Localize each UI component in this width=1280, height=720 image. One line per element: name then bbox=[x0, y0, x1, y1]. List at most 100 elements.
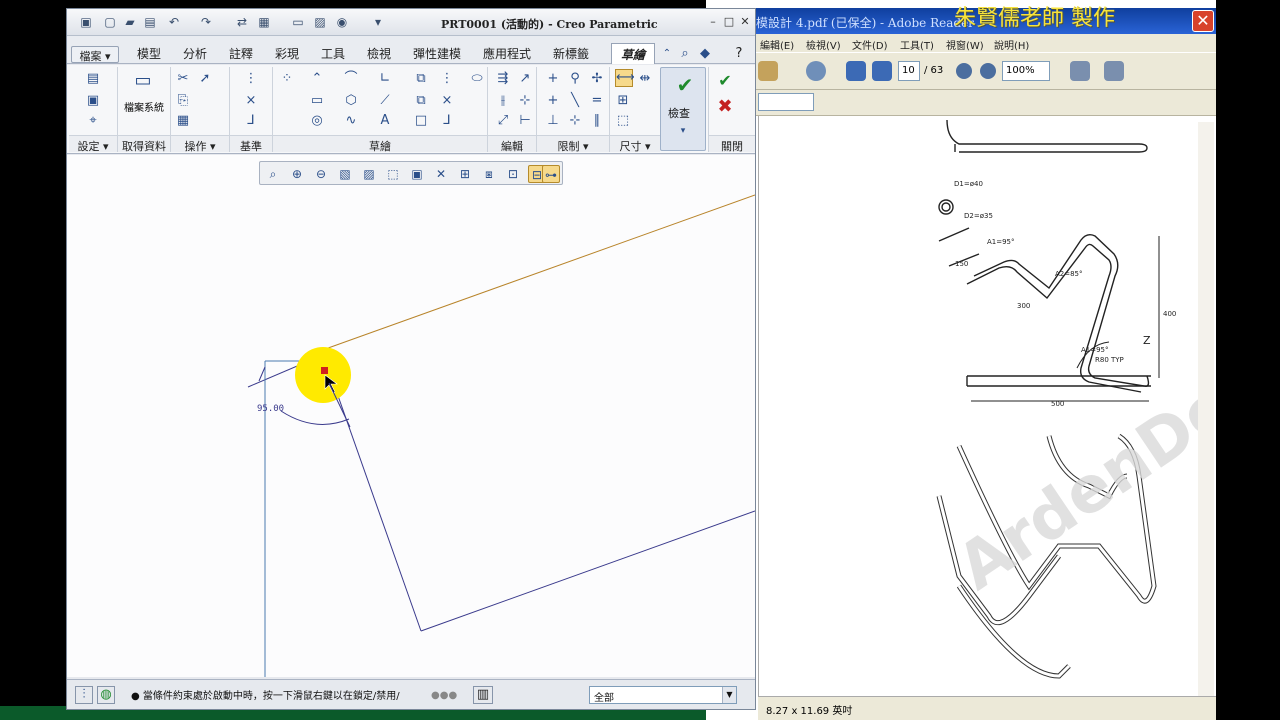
arc-icon[interactable]: ⌒ bbox=[343, 71, 359, 87]
centerline-icon[interactable]: ⋮ bbox=[243, 71, 259, 87]
tab-sketch[interactable]: 草繪 bbox=[611, 43, 655, 64]
vertical-constraint-icon[interactable]: + bbox=[545, 71, 561, 87]
cut-icon[interactable]: ✂ bbox=[175, 71, 191, 87]
page-down-icon[interactable] bbox=[872, 61, 892, 81]
close-window-icon[interactable]: ▨ bbox=[313, 15, 327, 29]
close-icon[interactable]: ✕ bbox=[737, 14, 753, 29]
selection-filter-icon[interactable]: ▥ bbox=[473, 686, 493, 704]
tab-view[interactable]: 檢視 bbox=[357, 45, 401, 63]
undo-icon[interactable]: ↶ bbox=[167, 15, 181, 29]
centerline-tangent-icon[interactable]: ⋮ bbox=[439, 71, 455, 87]
sketch-view-icon[interactable]: ⌖ bbox=[85, 113, 101, 129]
fit-page-icon[interactable] bbox=[1070, 61, 1090, 81]
customize-qat-icon[interactable]: ▾ bbox=[371, 15, 385, 29]
page-number-input[interactable]: 10 bbox=[898, 61, 920, 81]
open-file-icon[interactable]: ▰ bbox=[123, 15, 137, 29]
file-system-label[interactable]: 檔案系統 bbox=[121, 103, 167, 114]
baseline-icon[interactable]: ⊞ bbox=[615, 93, 631, 109]
zoom-out-icon[interactable] bbox=[956, 63, 972, 79]
fillet-icon[interactable]: ∟ bbox=[377, 71, 393, 87]
redo-icon[interactable]: ↷ bbox=[199, 15, 213, 29]
sketch-line-bottom[interactable] bbox=[420, 510, 755, 632]
circle-icon[interactable]: ◎ bbox=[309, 113, 325, 129]
ok-icon[interactable]: ✔ bbox=[717, 73, 733, 89]
tab-flexible-modeling[interactable]: 彈性建模 bbox=[403, 45, 471, 63]
settings-icon[interactable]: ◉ bbox=[335, 15, 349, 29]
tab-annotate[interactable]: 註釋 bbox=[219, 45, 263, 63]
search-icon[interactable]: ⌕ bbox=[677, 46, 693, 62]
file-system-icon[interactable]: ▭ bbox=[131, 72, 155, 95]
fit-width-icon[interactable] bbox=[1104, 61, 1124, 81]
page-up-icon[interactable] bbox=[846, 61, 866, 81]
group-operations[interactable]: 操作 ▾ bbox=[171, 135, 229, 153]
horizontal-constraint-icon[interactable]: + bbox=[545, 93, 561, 109]
tab-analysis[interactable]: 分析 bbox=[173, 45, 217, 63]
menu-edit[interactable]: 編輯(E) bbox=[760, 37, 794, 52]
check-label[interactable]: 檢查 bbox=[668, 105, 690, 121]
perimeter-dimension-icon[interactable]: ⇹ bbox=[637, 71, 653, 87]
point-icon[interactable]: × bbox=[243, 93, 259, 109]
print-icon[interactable] bbox=[758, 61, 778, 81]
point-sketch-icon[interactable]: × bbox=[439, 93, 455, 109]
check-dropdown-icon[interactable]: ▾ bbox=[675, 123, 691, 139]
zoom-select[interactable]: 100% bbox=[1002, 61, 1050, 81]
sketch-setup-icon[interactable]: ▤ bbox=[85, 71, 101, 87]
minimize-icon[interactable]: – bbox=[705, 14, 721, 29]
coincident-constraint-icon[interactable]: ╲ bbox=[567, 93, 583, 109]
project-icon[interactable]: □ bbox=[413, 113, 429, 129]
tab-model[interactable]: 模型 bbox=[127, 45, 171, 63]
parallel-constraint-icon[interactable]: ∥ bbox=[589, 113, 605, 129]
thicken-icon[interactable]: ⧉ bbox=[413, 93, 429, 109]
modify-icon[interactable]: ⇶ bbox=[495, 71, 511, 87]
angle-dimension-text[interactable]: 95.00 bbox=[257, 404, 284, 414]
rectangle-icon[interactable]: ▭ bbox=[309, 93, 325, 109]
tab-applications[interactable]: 應用程式 bbox=[473, 45, 541, 63]
group-setup[interactable]: 設定 ▾ bbox=[69, 135, 117, 153]
help-icon[interactable]: ? bbox=[731, 46, 747, 62]
select-icon[interactable]: ➚ bbox=[197, 71, 213, 87]
ellipse-icon[interactable]: ⬡ bbox=[343, 93, 359, 109]
save-icon[interactable]: ▤ bbox=[143, 15, 157, 29]
reader-close-button[interactable]: ✕ bbox=[1192, 10, 1214, 32]
tangent-constraint-icon[interactable]: ⚲ bbox=[567, 71, 583, 87]
graphics-area[interactable]: ⌕ ⊕ ⊖ ▧ ▨ ⬚ ▣ ✕ ⊞ ⧆ ⊡ ⊟ ⊶ 95.00 bbox=[67, 155, 755, 677]
windows-icon[interactable]: ▦ bbox=[257, 15, 271, 29]
menu-window[interactable]: 視窗(W) bbox=[946, 37, 984, 52]
chamfer-icon[interactable]: ⟋ bbox=[377, 93, 393, 109]
coordinate-system-icon[interactable]: ⅃ bbox=[243, 113, 259, 129]
normal-dimension-icon[interactable]: ⟷ bbox=[615, 69, 635, 87]
menu-view[interactable]: 檢視(V) bbox=[806, 37, 841, 52]
minimize-ribbon-icon[interactable]: ⌃ bbox=[659, 46, 675, 62]
line-icon[interactable]: ⌃ bbox=[309, 71, 325, 87]
cancel-icon[interactable]: ✖ bbox=[717, 98, 733, 116]
group-constrain[interactable]: 限制 ▾ bbox=[537, 135, 609, 153]
equal-constraint-icon[interactable]: = bbox=[589, 93, 605, 109]
midpoint-constraint-icon[interactable]: ✢ bbox=[589, 71, 605, 87]
cube-icon[interactable]: ◆ bbox=[697, 46, 713, 62]
new-file-icon[interactable]: ▢ bbox=[103, 15, 117, 29]
angle-dimension-arc[interactable] bbox=[280, 410, 350, 425]
corner-icon[interactable]: ⊢ bbox=[517, 113, 533, 129]
group-dimension[interactable]: 尺寸 ▾ bbox=[610, 135, 660, 153]
chevron-down-icon[interactable]: ▼ bbox=[722, 687, 736, 703]
filter-dropdown[interactable]: 全部 ▼ bbox=[589, 686, 737, 704]
mirror-icon[interactable]: ↗ bbox=[517, 71, 533, 87]
divide-icon[interactable]: ⫲ bbox=[495, 93, 511, 109]
menu-document[interactable]: 文件(D) bbox=[852, 37, 888, 52]
tab-file[interactable]: 檔案 ▾ bbox=[71, 46, 119, 63]
perpendicular-constraint-icon[interactable]: ⊥ bbox=[545, 113, 561, 129]
rotate-resize-icon[interactable]: ⤢ bbox=[495, 113, 511, 129]
tab-tools[interactable]: 工具 bbox=[311, 45, 355, 63]
hand-tool-icon[interactable] bbox=[806, 61, 826, 81]
reference-icon[interactable]: ▣ bbox=[85, 93, 101, 109]
copy-icon[interactable]: ⎘ bbox=[175, 93, 191, 109]
reader-vertical-scrollbar[interactable] bbox=[1198, 122, 1214, 696]
browser-toggle-icon[interactable]: ◍ bbox=[97, 686, 115, 704]
symmetric-constraint-icon[interactable]: ⊹ bbox=[567, 113, 583, 129]
tab-new[interactable]: 新標籤 bbox=[543, 45, 599, 63]
offset-icon[interactable]: ⧉ bbox=[413, 71, 429, 87]
sketch-line-long[interactable] bbox=[324, 358, 422, 632]
maximize-icon[interactable]: □ bbox=[721, 14, 737, 29]
find-field[interactable] bbox=[758, 93, 814, 111]
menu-tools[interactable]: 工具(T) bbox=[900, 37, 934, 52]
